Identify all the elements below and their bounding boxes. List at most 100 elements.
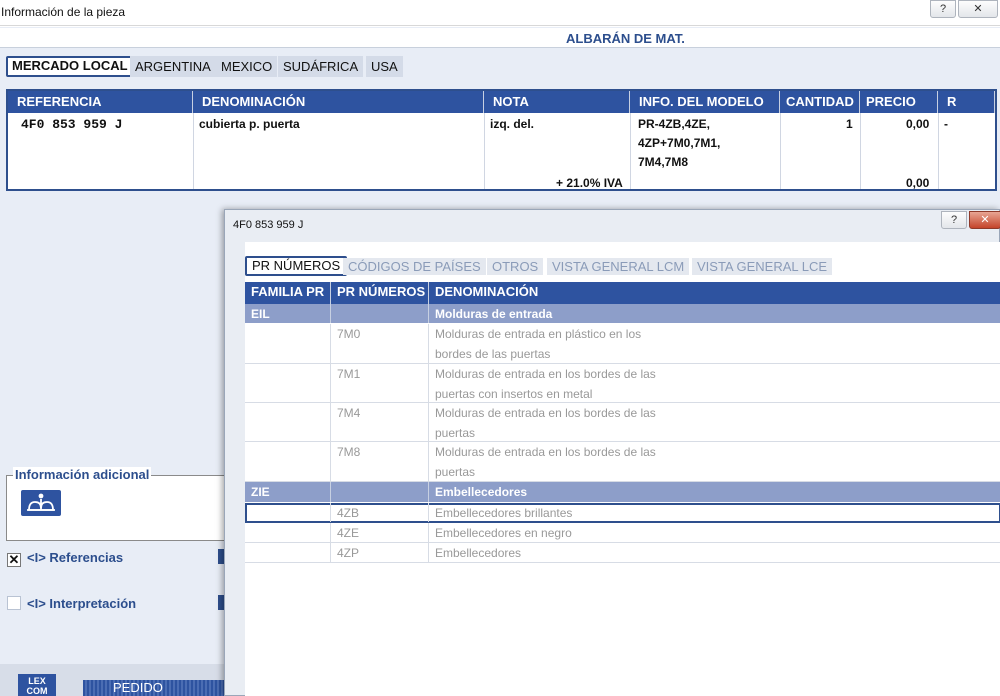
additional-info-legend: Información adicional bbox=[13, 467, 152, 482]
cell-info-modelo-line3: 7M4,7M8 bbox=[638, 155, 689, 169]
cell-denominacion-line2: puertas con insertos en metal bbox=[435, 387, 593, 401]
column-divider bbox=[193, 113, 194, 189]
cell-denominacion: Molduras de entrada bbox=[435, 307, 553, 321]
table-row[interactable]: 7M0 Molduras de entrada en plástico en l… bbox=[245, 324, 1000, 364]
table-row[interactable]: 7M8 Molduras de entrada en los bordes de… bbox=[245, 442, 1000, 482]
dialog-body: PR NÚMEROS CÓDIGOS DE PAÍSES OTROS VISTA… bbox=[245, 242, 1000, 696]
tab-otros[interactable]: OTROS bbox=[487, 258, 544, 275]
column-header-denominacion[interactable]: DENOMINACIÓN bbox=[429, 282, 1000, 304]
checkbox-interpretacion[interactable]: <I> Interpretación bbox=[7, 596, 136, 611]
document-header: ALBARÁN DE MAT. bbox=[0, 28, 1000, 48]
cell-denominacion: Molduras de entrada en los bordes de las… bbox=[429, 442, 1000, 481]
cell-familia bbox=[245, 523, 331, 542]
checkbox-referencias[interactable]: ✕ <I> Referencias bbox=[7, 550, 123, 567]
column-header-nota[interactable]: NOTA bbox=[484, 91, 630, 113]
column-divider bbox=[484, 113, 485, 189]
cell-info-modelo-line1: PR-4ZB,4ZE, bbox=[638, 117, 711, 131]
cell-denominacion-line2: puertas bbox=[435, 426, 476, 440]
cell-precio: 0,00 bbox=[906, 117, 930, 131]
table-row[interactable]: 7M1 Molduras de entrada en los bordes de… bbox=[245, 364, 1000, 403]
cell-pr: 7M0 bbox=[331, 324, 429, 363]
cell-cantidad: 1 bbox=[846, 117, 853, 131]
column-header-denominacion[interactable]: DENOMINACIÓN bbox=[193, 91, 484, 113]
checkbox-unchecked-icon[interactable] bbox=[7, 596, 21, 610]
lower-panel bbox=[0, 191, 226, 696]
column-header-info-modelo[interactable]: INFO. DEL MODELO bbox=[630, 91, 780, 113]
tab-sudafrica[interactable]: SUDÁFRICA bbox=[278, 56, 364, 77]
window-titlebar: Información de la pieza ? ✕ bbox=[0, 0, 1000, 26]
cell-denominacion-line1: Molduras de entrada en los bordes de las bbox=[435, 445, 656, 459]
table-row-selected[interactable]: 4ZB Embellecedores brillantes bbox=[245, 503, 1000, 523]
additional-info-group: Información adicional bbox=[6, 467, 226, 541]
dialog-help-button[interactable]: ? bbox=[941, 211, 967, 229]
table-row[interactable]: 4ZE Embellecedores en negro bbox=[245, 523, 1000, 543]
iva-label: + 21.0% IVA bbox=[556, 176, 623, 190]
cell-familia: EIL bbox=[245, 304, 331, 323]
cell-denominacion: Molduras de entrada en plástico en los b… bbox=[429, 324, 1000, 363]
cell-pr: 4ZP bbox=[331, 543, 429, 562]
cell-info-modelo-line2: 4ZP+7M0,7M1, bbox=[638, 136, 721, 150]
cell-pr bbox=[331, 304, 429, 323]
column-header-precio[interactable]: PRECIO bbox=[860, 91, 938, 113]
column-divider bbox=[938, 113, 939, 189]
cell-denominacion-line2: puertas bbox=[435, 465, 476, 479]
table-row[interactable]: 4ZP Embellecedores bbox=[245, 543, 1000, 563]
cell-denominacion-line1: Molduras de entrada en los bordes de las bbox=[435, 367, 656, 381]
cell-pr: 4ZB bbox=[331, 503, 429, 522]
cell-denominacion: Molduras de entrada en los bordes de las… bbox=[429, 364, 1000, 402]
pedido-button[interactable]: PEDIDO bbox=[83, 680, 226, 696]
tab-mercado-local[interactable]: MERCADO LOCAL bbox=[6, 56, 134, 77]
tab-usa[interactable]: USA bbox=[366, 56, 403, 77]
column-divider bbox=[630, 113, 631, 189]
cell-denominacion-line1: Molduras de entrada en los bordes de las bbox=[435, 406, 656, 420]
help-button[interactable]: ? bbox=[930, 0, 956, 18]
cell-r: - bbox=[944, 117, 948, 131]
close-button[interactable]: ✕ bbox=[958, 0, 998, 18]
column-divider bbox=[860, 113, 861, 189]
dialog-title: 4F0 853 959 J bbox=[233, 219, 304, 231]
column-header-cantidad[interactable]: CANTIDAD bbox=[780, 91, 860, 113]
cell-pr bbox=[331, 482, 429, 502]
checkbox-checked-icon[interactable]: ✕ bbox=[7, 553, 21, 567]
cell-denominacion: Molduras de entrada en los bordes de las… bbox=[429, 403, 1000, 441]
tab-argentina[interactable]: ARGENTINA bbox=[130, 56, 216, 77]
column-header-familia-pr[interactable]: FAMILIA PR bbox=[245, 282, 331, 304]
tab-vista-general-lce[interactable]: VISTA GENERAL LCE bbox=[692, 258, 833, 275]
column-divider bbox=[780, 113, 781, 189]
model-info-icon[interactable] bbox=[21, 490, 61, 516]
cell-familia bbox=[245, 503, 331, 522]
tab-mexico[interactable]: MEXICO bbox=[216, 56, 278, 77]
dialog-close-button[interactable]: ✕ bbox=[969, 211, 1000, 229]
tab-codigos-paises[interactable]: CÓDIGOS DE PAÍSES bbox=[343, 258, 486, 275]
column-header-referencia[interactable]: REFERENCIA bbox=[8, 91, 193, 113]
tab-pr-numeros[interactable]: PR NÚMEROS bbox=[245, 256, 348, 276]
table-row[interactable]: 7M4 Molduras de entrada en los bordes de… bbox=[245, 403, 1000, 442]
cell-denominacion-line1: Molduras de entrada en plástico en los bbox=[435, 327, 642, 341]
column-header-pr-numeros[interactable]: PR NÚMEROS bbox=[331, 282, 429, 304]
cell-familia bbox=[245, 543, 331, 562]
cell-denominacion: Embellecedores en negro bbox=[435, 526, 572, 540]
cell-pr: 7M8 bbox=[331, 442, 429, 481]
cell-pr: 7M4 bbox=[331, 403, 429, 441]
cell-familia bbox=[245, 364, 331, 402]
column-header-r[interactable]: R bbox=[938, 91, 995, 113]
document-title: ALBARÁN DE MAT. bbox=[566, 31, 685, 46]
cell-nota: izq. del. bbox=[490, 117, 535, 131]
cell-referencia: 4F0 853 959 J bbox=[21, 117, 123, 132]
cell-familia bbox=[245, 442, 331, 481]
checkbox-interpretacion-label: <I> Interpretación bbox=[27, 596, 137, 611]
cell-familia bbox=[245, 324, 331, 363]
lexcom-logo: LEX COM bbox=[18, 674, 56, 696]
cell-denominacion: Embellecedores bbox=[435, 546, 522, 560]
tab-vista-general-lcm[interactable]: VISTA GENERAL LCM bbox=[547, 258, 690, 275]
cell-familia: ZIE bbox=[245, 482, 331, 502]
table-group-row[interactable]: EIL Molduras de entrada bbox=[245, 304, 1000, 324]
cell-pr: 4ZE bbox=[331, 523, 429, 542]
table-header-row: FAMILIA PR PR NÚMEROS DENOMINACIÓN bbox=[245, 282, 1000, 304]
cell-familia bbox=[245, 403, 331, 441]
table-group-row[interactable]: ZIE Embellecedores bbox=[245, 482, 1000, 503]
window-title: Información de la pieza bbox=[1, 5, 126, 19]
pr-numbers-dialog: 4F0 853 959 J ? ✕ PR NÚMEROS CÓDIGOS DE … bbox=[224, 209, 1000, 696]
cell-pr: 7M1 bbox=[331, 364, 429, 402]
cell-denominacion: cubierta p. puerta bbox=[199, 117, 300, 131]
